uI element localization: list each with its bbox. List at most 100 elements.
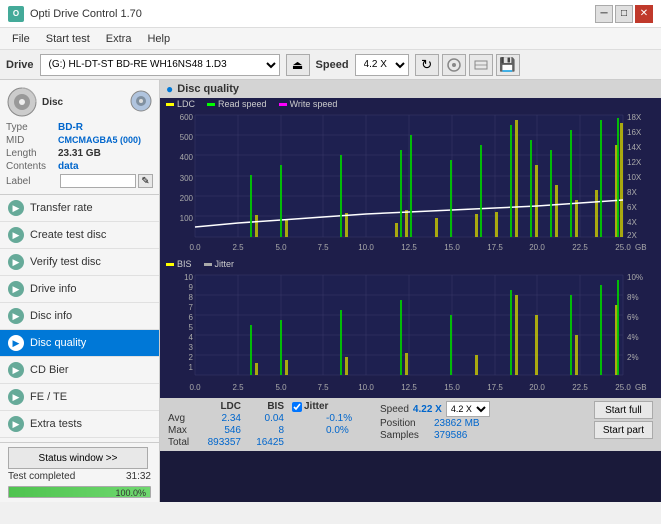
- svg-text:12.5: 12.5: [401, 383, 417, 392]
- svg-text:2.5: 2.5: [232, 243, 244, 252]
- sidebar-item-fe-te[interactable]: ▶ FE / TE: [0, 384, 159, 411]
- svg-text:500: 500: [180, 133, 194, 142]
- svg-text:9: 9: [189, 283, 194, 292]
- svg-text:300: 300: [180, 174, 194, 183]
- status-bar: Status window >> Test completed 31:32 10…: [0, 442, 159, 502]
- sidebar-item-disc-info[interactable]: ▶ Disc info: [0, 303, 159, 330]
- type-value: BD-R: [58, 122, 83, 133]
- svg-text:2: 2: [189, 353, 194, 362]
- svg-text:25.0: 25.0: [615, 243, 631, 252]
- jitter-max: Max 0.0%: [292, 425, 372, 436]
- svg-text:1: 1: [189, 363, 194, 372]
- bottom-chart-svg: 0.0 2.5 5.0 7.5 10.0 12.5 15.0 17.5 20.0…: [160, 270, 661, 395]
- disc-icon-button[interactable]: [442, 54, 466, 76]
- svg-text:6: 6: [189, 313, 194, 322]
- svg-text:5: 5: [189, 323, 194, 332]
- svg-text:2X: 2X: [627, 231, 637, 240]
- jitter-avg-val: -0.1%: [326, 413, 352, 424]
- menu-file[interactable]: File: [4, 31, 38, 47]
- svg-text:100: 100: [180, 214, 194, 223]
- length-value: 23.31 GB: [58, 148, 101, 159]
- bis-col-header: BIS: [249, 401, 284, 412]
- legend-jitter: Jitter: [204, 259, 235, 269]
- sidebar-item-verify-test-disc[interactable]: ▶ Verify test disc: [0, 249, 159, 276]
- app-title: Opti Drive Control 1.70: [30, 8, 142, 20]
- svg-text:0.0: 0.0: [189, 383, 201, 392]
- disc-large-icon: [129, 89, 153, 113]
- avg-bis: 0.04: [249, 413, 284, 424]
- menu-start-test[interactable]: Start test: [38, 31, 98, 47]
- svg-text:22.5: 22.5: [572, 243, 588, 252]
- close-button[interactable]: ✕: [635, 5, 653, 23]
- refresh-button[interactable]: ↻: [415, 54, 439, 76]
- svg-text:400: 400: [180, 153, 194, 162]
- contents-value: data: [58, 161, 79, 172]
- start-full-button[interactable]: Start full: [594, 401, 653, 419]
- svg-text:7.5: 7.5: [317, 383, 329, 392]
- svg-text:GB: GB: [635, 383, 647, 392]
- speed-selector[interactable]: 4.2 X: [355, 54, 409, 76]
- position-value: 23862 MB: [434, 418, 480, 429]
- ldc-bis-stats: LDC BIS Avg 2.34 0.04 Max 546 8 Total 89…: [168, 401, 284, 448]
- eject-button[interactable]: ⏏: [286, 54, 310, 76]
- progress-bar: 100.0%: [8, 486, 151, 498]
- stats-max-row: Max 546 8: [168, 425, 284, 436]
- svg-text:5.0: 5.0: [275, 243, 287, 252]
- type-key: Type: [6, 122, 58, 133]
- svg-text:6X: 6X: [627, 203, 637, 212]
- status-window-button[interactable]: Status window >>: [8, 447, 148, 469]
- chart-area: ● Disc quality LDC Read speed Write spee…: [160, 80, 661, 502]
- length-key: Length: [6, 148, 58, 159]
- svg-text:6%: 6%: [627, 313, 639, 322]
- sidebar-item-cd-bier[interactable]: ▶ CD Bier: [0, 357, 159, 384]
- stats-avg-row: Avg 2.34 0.04: [168, 413, 284, 424]
- progress-label: 100.0%: [115, 487, 146, 499]
- mid-key: MID: [6, 135, 58, 146]
- start-part-button[interactable]: Start part: [594, 421, 653, 439]
- sidebar-item-transfer-rate[interactable]: ▶ Transfer rate: [0, 195, 159, 222]
- menu-bar: File Start test Extra Help: [0, 28, 661, 50]
- legend-bis: BIS: [166, 259, 192, 269]
- speed-stat-selector[interactable]: 4.2 X: [446, 401, 490, 417]
- maximize-button[interactable]: □: [615, 5, 633, 23]
- position-label: Position: [380, 418, 430, 429]
- svg-text:7: 7: [189, 303, 194, 312]
- minimize-button[interactable]: ─: [595, 5, 613, 23]
- menu-extra[interactable]: Extra: [98, 31, 140, 47]
- sidebar-item-create-test-disc[interactable]: ▶ Create test disc: [0, 222, 159, 249]
- menu-help[interactable]: Help: [139, 31, 178, 47]
- speed-stat-value: 4.22 X: [413, 404, 442, 415]
- jitter-stats: Jitter Avg -0.1% Max 0.0%: [292, 401, 372, 437]
- sidebar-item-label: Drive info: [30, 283, 76, 295]
- svg-text:20.0: 20.0: [529, 383, 545, 392]
- window-controls[interactable]: ─ □ ✕: [595, 5, 653, 23]
- drive-bar: Drive (G:) HL-DT-ST BD-RE WH16NS48 1.D3 …: [0, 50, 661, 80]
- svg-text:12.5: 12.5: [401, 243, 417, 252]
- svg-text:10%: 10%: [627, 273, 643, 282]
- disc-icon: [6, 86, 38, 118]
- top-chart: LDC Read speed Write speed: [160, 98, 661, 258]
- sidebar-item-disc-quality[interactable]: ▶ Disc quality: [0, 330, 159, 357]
- max-ldc: 546: [206, 425, 241, 436]
- scan-button[interactable]: [469, 54, 493, 76]
- top-chart-legend: LDC Read speed Write speed: [160, 98, 661, 110]
- sidebar-item-drive-info[interactable]: ▶ Drive info: [0, 276, 159, 303]
- drive-icon-buttons: ↻ 💾: [415, 54, 520, 76]
- jitter-checkbox[interactable]: [292, 402, 302, 412]
- speed-stat-label: Speed: [380, 404, 409, 415]
- app-icon: O: [8, 6, 24, 22]
- drive-selector[interactable]: (G:) HL-DT-ST BD-RE WH16NS48 1.D3: [40, 54, 280, 76]
- sidebar-item-extra-tests[interactable]: ▶ Extra tests: [0, 411, 159, 438]
- create-test-disc-icon: ▶: [8, 227, 24, 243]
- label-key: Label: [6, 176, 58, 187]
- bottom-chart-legend: BIS Jitter: [160, 258, 661, 270]
- ldc-header: [168, 401, 198, 412]
- label-edit-button[interactable]: ✎: [138, 174, 153, 188]
- max-label: Max: [168, 425, 198, 436]
- label-input[interactable]: [60, 174, 136, 188]
- svg-text:25.0: 25.0: [615, 383, 631, 392]
- sidebar-item-label: FE / TE: [30, 391, 67, 403]
- sidebar-item-label: Disc quality: [30, 337, 86, 349]
- save-button[interactable]: 💾: [496, 54, 520, 76]
- legend-read-speed: Read speed: [207, 99, 267, 109]
